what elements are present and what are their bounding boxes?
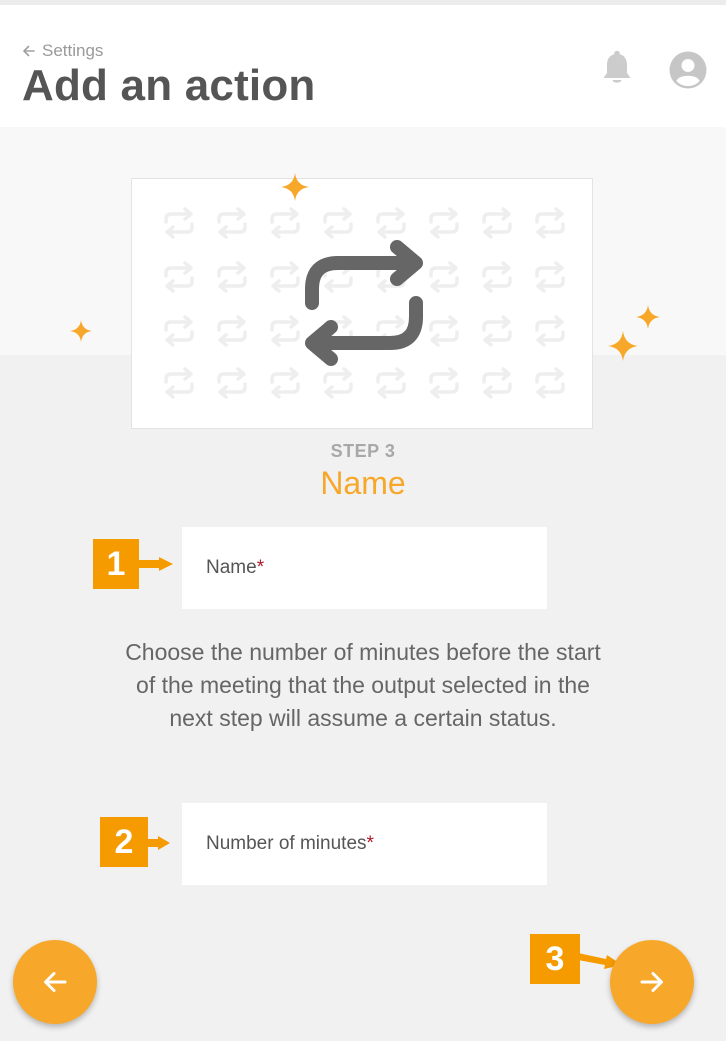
notifications-button[interactable] — [601, 49, 633, 92]
sparkle-icon — [70, 320, 92, 342]
back-link-label: Settings — [42, 41, 104, 60]
sparkle-icon — [636, 305, 660, 329]
next-step-button[interactable] — [610, 940, 694, 1024]
sparkle-icon — [281, 173, 309, 201]
page-title: Add an action — [22, 61, 316, 110]
page-header: Settings Add an action — [0, 5, 726, 127]
minutes-field-label: Number of minutes — [206, 833, 367, 854]
user-circle-icon — [669, 51, 707, 89]
arrow-left-icon — [44, 972, 67, 992]
action-illustration — [131, 178, 593, 429]
required-mark: * — [366, 833, 374, 854]
back-link[interactable]: Settings — [22, 41, 103, 61]
bell-icon — [603, 50, 631, 83]
callout-3: 3 — [530, 934, 580, 984]
callout-pointer — [148, 836, 170, 850]
sparkle-icon — [608, 331, 638, 361]
minutes-description: Choose the number of minutes before the … — [125, 639, 601, 731]
name-field[interactable]: Name * — [182, 527, 547, 609]
callout-pointer — [139, 557, 173, 571]
callout-2: 2 — [100, 817, 148, 867]
previous-step-button[interactable] — [13, 940, 97, 1024]
arrow-left-icon — [23, 45, 35, 57]
repeat-pattern — [164, 207, 565, 399]
account-button[interactable] — [669, 51, 707, 94]
repeat-icon — [305, 240, 423, 366]
arrow-right-icon — [640, 972, 663, 992]
step-title: Name — [320, 465, 406, 501]
name-field-label: Name — [206, 557, 257, 578]
step-number: STEP 3 — [330, 441, 396, 461]
callout-1: 1 — [93, 539, 139, 589]
minutes-field[interactable]: Number of minutes * — [182, 803, 547, 885]
required-mark: * — [256, 557, 265, 578]
